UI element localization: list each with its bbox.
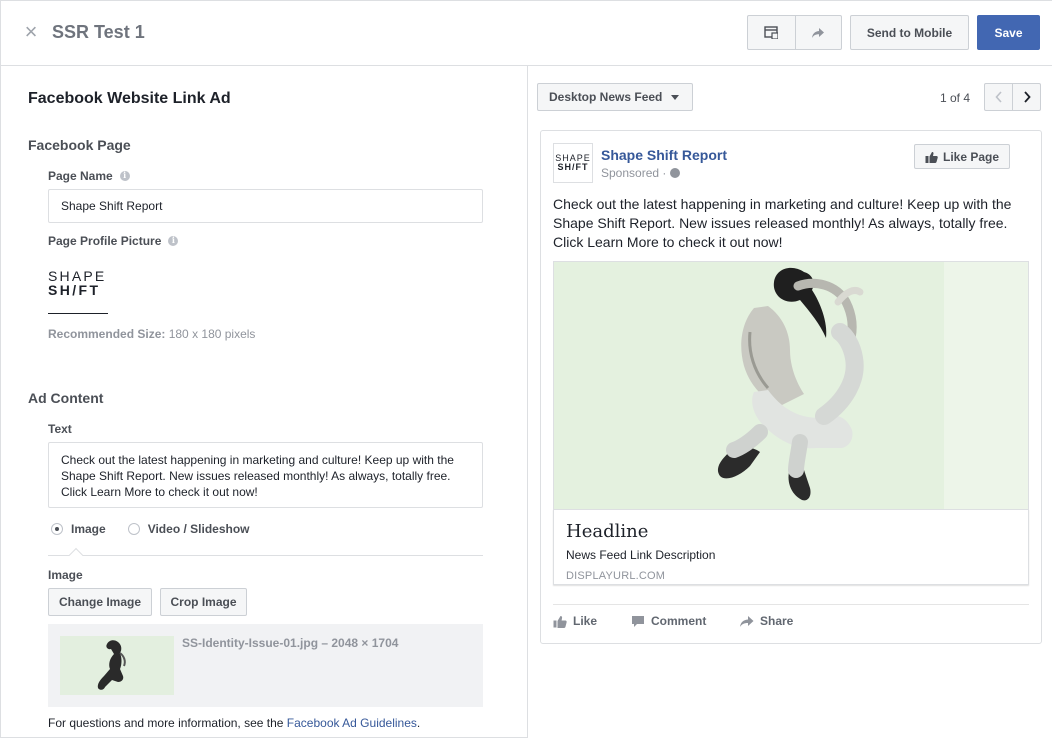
header-icon-buttons [747, 15, 842, 50]
share-arrow-icon [812, 27, 825, 38]
logo-underline [48, 313, 108, 314]
page-name-label-text: Page Name [48, 169, 113, 183]
post-text: Check out the latest happening in market… [553, 196, 1012, 250]
selected-image-file: SS-Identity-Issue-01.jpg – 2048 × 1704 [48, 624, 483, 707]
page-title: SSR Test 1 [52, 22, 145, 42]
video-slideshow-radio-label[interactable]: Video / Slideshow [148, 522, 250, 536]
thumbs-up-icon [553, 615, 567, 628]
share-button[interactable] [794, 16, 842, 49]
media-type-radios: Image Video / Slideshow [51, 522, 250, 536]
page-avatar[interactable]: SHAPE SH/FT [553, 143, 593, 183]
like-action[interactable]: Like [553, 614, 597, 628]
comment-icon [632, 615, 644, 627]
thumbs-up-icon [925, 151, 938, 163]
send-to-mobile-button[interactable]: Send to Mobile [850, 15, 969, 50]
profile-picture-label-text: Page Profile Picture [48, 234, 162, 248]
globe-icon [670, 168, 681, 178]
facebook-page-heading: Facebook Page [28, 137, 131, 153]
ad-type-title: Facebook Website Link Ad [28, 90, 231, 107]
info-icon[interactable] [168, 235, 179, 246]
ad-editor-window: × SSR Test 1 Send to Mobile Save Faceboo… [0, 0, 1052, 738]
chevron-left-icon [994, 91, 1002, 103]
sponsored-label: Sponsored · [601, 166, 681, 180]
chevron-right-icon [1023, 91, 1031, 103]
comment-action-label: Comment [651, 614, 707, 628]
profile-picture-label: Page Profile Picture [48, 234, 179, 248]
sponsored-text: Sponsored · [601, 166, 667, 180]
ad-image[interactable] [553, 261, 1029, 509]
crop-image-button[interactable]: Crop Image [160, 588, 247, 616]
like-action-label: Like [573, 614, 598, 628]
previous-preview-button[interactable] [984, 83, 1013, 111]
post-page-name[interactable]: Shape Shift Report [601, 147, 727, 163]
ad-content-heading: Ad Content [28, 390, 104, 406]
link-headline: Headline [566, 521, 649, 542]
ad-guidelines-link[interactable]: Facebook Ad Guidelines [287, 716, 417, 730]
like-page-button[interactable]: Like Page [914, 144, 1010, 169]
placement-dropdown[interactable]: Desktop News Feed [537, 83, 693, 111]
preview-button[interactable] [748, 16, 795, 49]
image-thumbnail [60, 636, 174, 695]
guidelines-prefix: For questions and more information, see … [48, 716, 287, 730]
media-tab-divider [48, 555, 483, 556]
link-description: News Feed Link Description [566, 548, 716, 562]
page-name-input[interactable] [48, 189, 483, 223]
image-radio[interactable] [51, 523, 63, 535]
ad-settings-panel: Facebook Website Link Ad Facebook Page P… [1, 66, 527, 738]
image-file-name: SS-Identity-Issue-01.jpg – 2048 × 1704 [182, 636, 399, 650]
logo-line-2: SH/FT [48, 282, 101, 298]
share-arrow-icon [740, 615, 754, 627]
preview-pager: 1 of 4 [940, 91, 971, 105]
close-icon[interactable]: × [21, 21, 41, 43]
image-label: Image [48, 568, 83, 582]
share-action[interactable]: Share [739, 614, 793, 628]
save-button[interactable]: Save [977, 15, 1040, 50]
recommended-size-value: 180 x 180 pixels [165, 327, 256, 341]
comment-action[interactable]: Comment [631, 614, 706, 628]
guidelines-suffix: . [416, 716, 421, 730]
ad-preview-panel: Desktop News Feed 1 of 4 SHAPE SH/FT Sha… [528, 66, 1052, 738]
image-radio-label[interactable]: Image [71, 522, 106, 536]
like-page-label: Like Page [942, 149, 1000, 164]
page-name-label: Page Name [48, 169, 130, 183]
preview-icon [764, 26, 779, 39]
text-label: Text [48, 422, 72, 436]
recommended-size-label: Recommended Size: [48, 327, 166, 341]
placement-dropdown-label: Desktop News Feed [549, 90, 663, 104]
recommended-size: Recommended Size: 180 x 180 pixels [48, 327, 255, 341]
share-action-label: Share [760, 614, 794, 628]
logo-line-1: SHAPE [48, 268, 107, 284]
link-details[interactable]: Headline News Feed Link Description DISP… [553, 509, 1029, 585]
editor-header: × SSR Test 1 Send to Mobile Save [1, 1, 1052, 66]
next-preview-button[interactable] [1012, 83, 1041, 111]
change-image-button[interactable]: Change Image [48, 588, 152, 616]
ad-text-input[interactable]: Check out the latest happening in market… [48, 442, 483, 508]
actions-divider [553, 604, 1029, 605]
display-url: DISPLAYURL.COM [566, 570, 666, 582]
news-feed-ad-preview: SHAPE SH/FT Shape Shift Report Sponsored… [540, 130, 1042, 644]
caret-down-icon [671, 94, 680, 100]
info-icon[interactable] [119, 170, 130, 181]
profile-picture: SHAPE SH/FT [48, 269, 108, 297]
dancer-photo-graphic [554, 262, 1028, 509]
avatar-line-2: SH/FT [557, 162, 589, 172]
video-slideshow-radio[interactable] [127, 523, 140, 535]
media-tab-pointer [68, 547, 84, 563]
guidelines-note: For questions and more information, see … [48, 716, 420, 730]
dancer-thumbnail-graphic [97, 640, 126, 690]
